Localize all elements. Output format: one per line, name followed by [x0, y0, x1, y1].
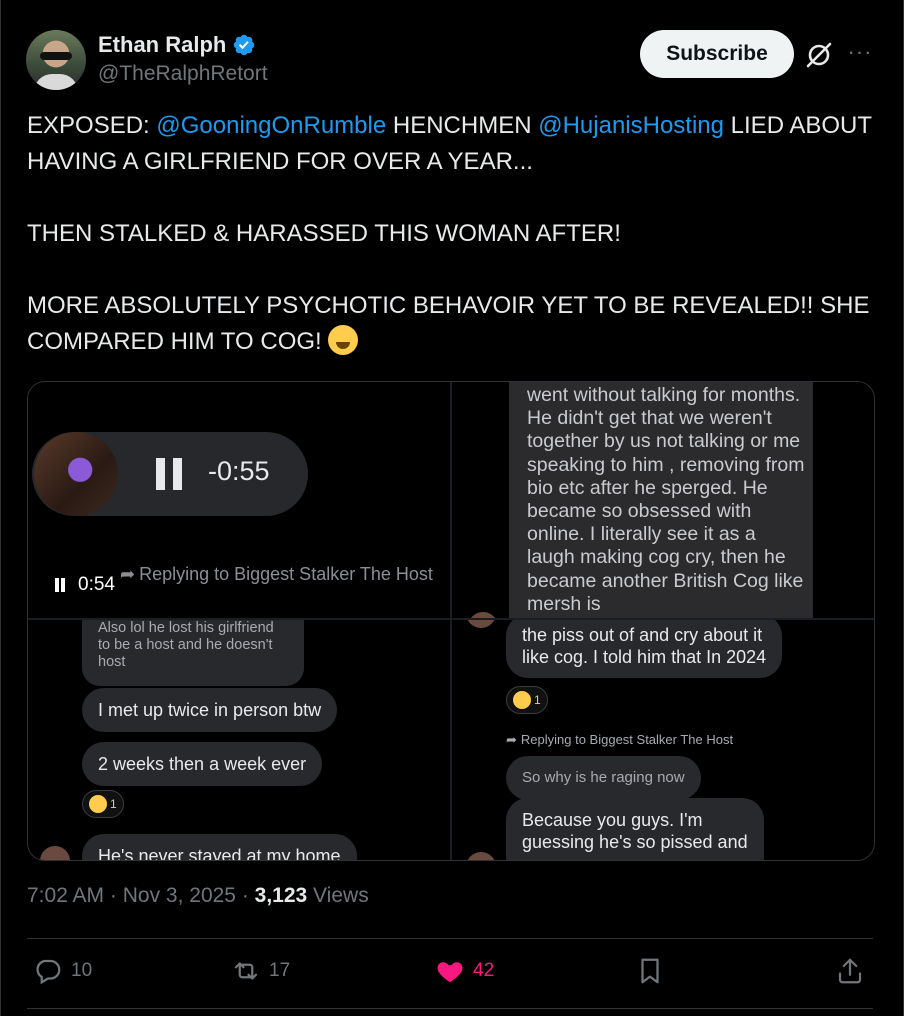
message-line: the piss out of and cry about it — [522, 625, 763, 645]
media-divider — [28, 618, 874, 620]
like-button[interactable]: 42 — [435, 956, 494, 986]
avatar-glasses — [40, 52, 72, 60]
laughing-face-icon — [513, 691, 531, 709]
sender-avatar — [40, 846, 70, 860]
video-controls[interactable]: 0:54 — [54, 574, 115, 596]
heart-icon — [437, 962, 463, 983]
mention-link[interactable]: @HujanisHosting — [538, 112, 724, 139]
author-name[interactable]: Ethan Ralph — [98, 32, 226, 58]
message-line: guessing he's so pissed and — [522, 832, 748, 852]
views-count: 3,123 — [254, 884, 308, 907]
dim-message-bubble: So why is he raging now — [506, 756, 701, 800]
message-bubble: Because you guys. I'm guessing he's so p… — [506, 798, 764, 860]
media-image-2[interactable]: went without talking for months. He didn… — [452, 382, 874, 618]
more-icon[interactable]: ··· — [846, 38, 874, 66]
repost-count: 17 — [269, 960, 291, 981]
avatar[interactable] — [26, 30, 86, 90]
meta-separator: · — [235, 884, 255, 907]
tweet-paragraph-3: MORE ABSOLUTELY PSYCHOTIC BEHAVOIR YET T… — [27, 288, 877, 360]
video-elapsed-time: 0:54 — [78, 574, 115, 595]
pause-icon[interactable] — [154, 458, 184, 490]
tweet-text-mid: HENCHMEN — [386, 112, 539, 139]
media-image-4[interactable]: the piss out of and cry about it like co… — [452, 620, 874, 860]
tweet-text: EXPOSED: @GooningOnRumble HENCHMEN @Huja… — [27, 108, 877, 360]
tweet-paragraph-1: EXPOSED: @GooningOnRumble HENCHMEN @Huja… — [27, 108, 877, 180]
message-bubble: He's never stayed at my home — [82, 834, 357, 860]
divider — [27, 1008, 873, 1009]
laughing-face-emoji-icon — [328, 325, 359, 355]
sender-avatar — [466, 852, 496, 860]
media-divider — [450, 382, 452, 860]
action-bar: 10 17 42 — [27, 940, 873, 1008]
verified-badge-icon — [234, 34, 255, 56]
repost-button[interactable]: 17 — [231, 956, 290, 986]
mention-link[interactable]: @GooningOnRumble — [156, 112, 386, 139]
author-handle[interactable]: @TheRalphRetort — [98, 62, 268, 86]
divider — [27, 938, 873, 939]
tweet-paragraph-3-text: MORE ABSOLUTELY PSYCHOTIC BEHAVOIR YET T… — [27, 292, 870, 355]
like-count: 42 — [473, 960, 495, 981]
media-image-3[interactable]: Also lol he lost his girlfriend to be a … — [28, 620, 450, 860]
meta-separator: · — [104, 884, 123, 907]
author-name-row[interactable]: Ethan Ralph — [98, 32, 256, 58]
audio-player[interactable]: -0:55 — [32, 432, 308, 516]
message-line: like cog. I told him that In 2024 — [522, 647, 767, 667]
reply-context-label: Replying to Biggest Stalker The Host — [506, 732, 733, 748]
tweet-text-prefix: EXPOSED: — [27, 112, 157, 139]
reply-count: 10 — [71, 960, 93, 981]
reaction-badge[interactable]: 1 — [82, 790, 124, 818]
message-bubble: the piss out of and cry about it like co… — [506, 620, 783, 678]
tweet-meta: 7:02 AM · Nov 3, 2025 · 3,123 Views — [27, 884, 369, 908]
bookmark-icon — [641, 958, 659, 984]
tweet-header: Ethan Ralph @TheRalphRetort Subscribe ··… — [26, 28, 876, 92]
media-grid[interactable]: -0:55 Replying to Biggest Stalker The Ho… — [27, 381, 875, 861]
reaction-badge[interactable]: 1 — [506, 686, 548, 714]
message-text: went without talking for months. He didn… — [527, 384, 805, 615]
reply-button[interactable]: 10 — [33, 956, 92, 986]
reply-context-label: Replying to Biggest Stalker The Host — [120, 564, 433, 585]
share-icon — [838, 958, 862, 984]
message-line: Because you guys. I'm — [522, 810, 703, 830]
bookmark-button[interactable] — [635, 956, 665, 986]
message-bubble: 2 weeks then a week ever — [82, 742, 323, 786]
subscribe-button[interactable]: Subscribe — [640, 30, 794, 78]
video-pause-icon[interactable] — [54, 578, 66, 592]
tweet-paragraph-2: THEN STALKED & HARASSED THIS WOMAN AFTER… — [27, 220, 621, 247]
audio-thumbnail — [34, 432, 118, 516]
views-label: Views — [307, 884, 369, 907]
share-button[interactable] — [835, 956, 865, 986]
media-image-1[interactable]: -0:55 Replying to Biggest Stalker The Ho… — [28, 382, 450, 618]
grok-icon[interactable] — [804, 40, 834, 70]
repost-icon — [234, 962, 258, 980]
dim-message-bubble: Also lol he lost his girlfriend to be a … — [82, 620, 304, 686]
crying-face-icon — [89, 795, 107, 813]
reaction-count: 1 — [534, 693, 541, 707]
reaction-count: 1 — [110, 797, 117, 811]
avatar-shirt — [34, 74, 78, 90]
sender-avatar — [466, 620, 496, 628]
audio-time-remaining: -0:55 — [208, 456, 270, 486]
tweet-time[interactable]: 7:02 AM — [27, 884, 104, 907]
reply-icon — [36, 959, 61, 985]
tweet-date[interactable]: Nov 3, 2025 — [123, 884, 236, 907]
message-bubble: I met up twice in person btw — [82, 688, 338, 732]
